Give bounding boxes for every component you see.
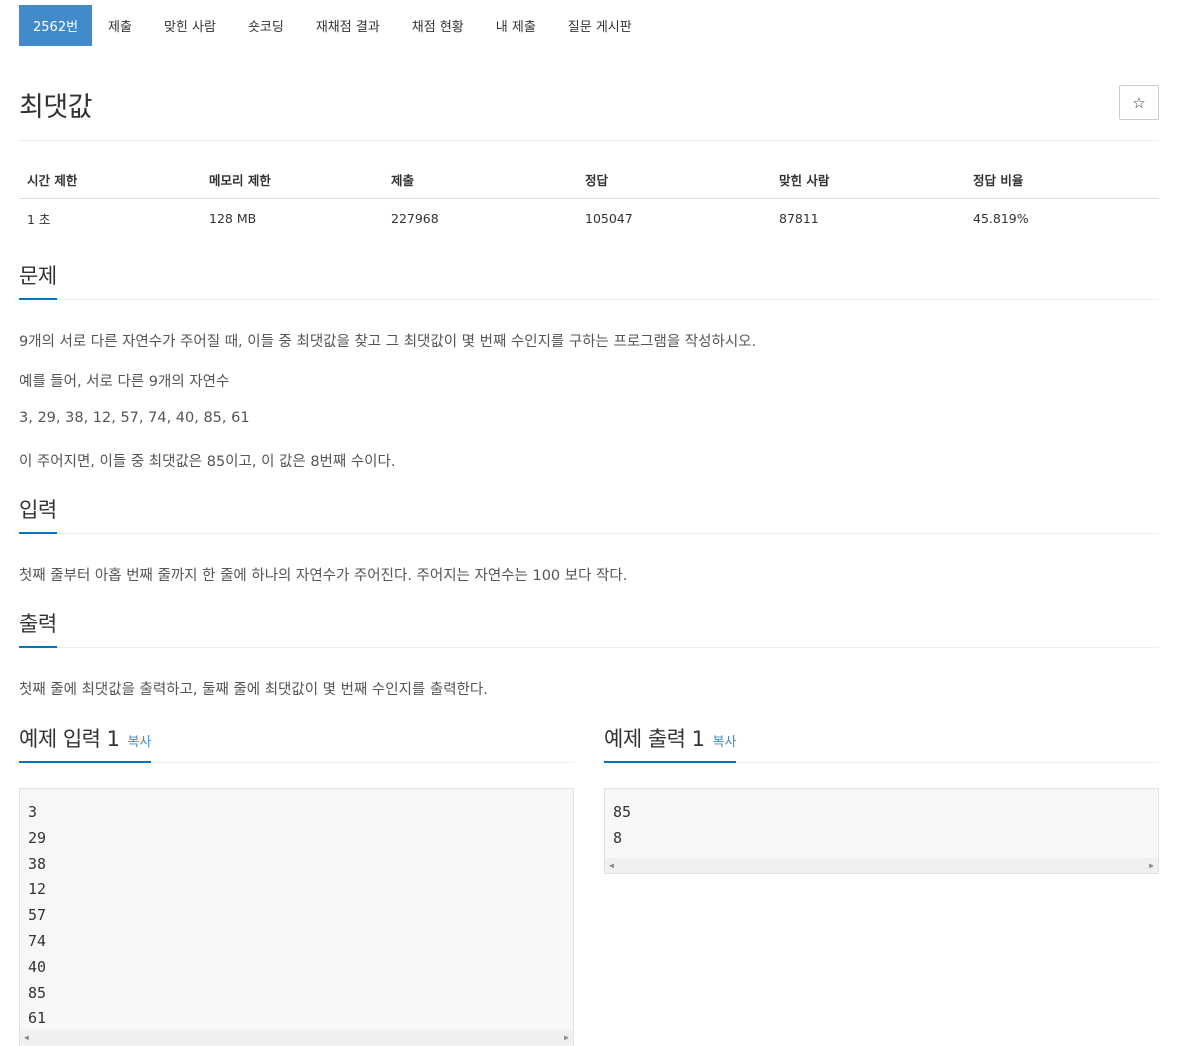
- header-solved-users: 맞힌 사람: [771, 160, 965, 199]
- sample-input-line: 40: [28, 957, 47, 976]
- section-problem-title: 문제: [19, 262, 57, 300]
- tab-rejudge-results[interactable]: 재채점 결과: [300, 5, 396, 46]
- section-output-header: 출력: [19, 610, 1159, 648]
- star-icon: ☆: [1132, 93, 1146, 112]
- scroll-left-icon[interactable]: ◀: [609, 861, 614, 870]
- sample-output-title: 예제 출력 1 복사: [604, 725, 737, 763]
- section-problem-header: 문제: [19, 262, 1159, 300]
- input-description: 첫째 줄부터 아홉 번째 줄까지 한 줄에 하나의 자연수가 주어진다. 주어지…: [19, 568, 628, 584]
- scroll-right-icon[interactable]: ▶: [564, 1033, 569, 1042]
- tab-status[interactable]: 채점 현황: [396, 5, 480, 46]
- table-header-row: 시간 제한 메모리 제한 제출 정답 맞힌 사람 정답 비율: [19, 160, 1159, 199]
- problem-info-table: 시간 제한 메모리 제한 제출 정답 맞힌 사람 정답 비율 1 초 128 M…: [19, 160, 1159, 238]
- sample-output-header: 예제 출력 1 복사: [604, 725, 1159, 763]
- title-row: 최댓값 ☆: [19, 85, 1159, 141]
- value-time-limit: 1 초: [27, 212, 51, 227]
- copy-sample-input-button[interactable]: 복사: [128, 735, 152, 750]
- header-memory-limit: 메모리 제한: [201, 160, 383, 199]
- sample-input-title: 예제 입력 1 복사: [19, 725, 152, 763]
- tab-question-board[interactable]: 질문 게시판: [552, 5, 648, 46]
- favorite-button[interactable]: ☆: [1119, 85, 1159, 120]
- section-input-title: 입력: [19, 496, 57, 534]
- horizontal-scrollbar[interactable]: ◀ ▶: [605, 858, 1158, 873]
- sample-input-line: 85: [28, 983, 47, 1002]
- sample-input-line: 61: [28, 1009, 47, 1028]
- sample-input-header: 예제 입력 1 복사: [19, 725, 574, 763]
- problem-description-line: 예를 들어, 서로 다른 9개의 자연수: [19, 374, 230, 390]
- tab-my-submissions[interactable]: 내 제출: [480, 5, 552, 46]
- value-accept-ratio: 45.819%: [973, 211, 1029, 226]
- section-output-title: 출력: [19, 610, 57, 648]
- sample-output-line: 85: [613, 803, 632, 821]
- problem-description-line: 3, 29, 38, 12, 57, 74, 40, 85, 61: [19, 410, 250, 426]
- value-solved-users: 87811: [779, 211, 819, 226]
- sample-output-line: 8: [613, 828, 623, 847]
- problem-description-line: 9개의 서로 다른 자연수가 주어질 때, 이들 중 최댓값을 찾고 그 최댓값…: [19, 334, 757, 350]
- copy-sample-output-button[interactable]: 복사: [713, 735, 737, 750]
- sample-input-line: 38: [28, 854, 47, 873]
- page-title: 최댓값: [19, 92, 93, 123]
- sample-input-line: 3: [28, 803, 38, 821]
- sample-input-lines: 3 29 38 12 57 74 40 85 61: [20, 789, 573, 1032]
- sample-output-box[interactable]: 85 8 ◀ ▶: [604, 788, 1159, 874]
- tab-problem[interactable]: 2562번: [19, 5, 93, 46]
- sample-output-lines: 85 8: [605, 789, 1158, 852]
- horizontal-scrollbar[interactable]: ◀ ▶: [20, 1030, 573, 1045]
- header-accepted: 정답: [577, 160, 771, 199]
- sample-input-line: 57: [28, 906, 47, 925]
- sample-input-line: 29: [28, 828, 47, 847]
- scroll-left-icon[interactable]: ◀: [24, 1033, 29, 1042]
- problem-nav: 2562번 제출 맞힌 사람 숏코딩 재채점 결과 채점 현황 내 제출 질문 …: [19, 5, 648, 46]
- sample-output-label: 예제 출력 1: [604, 727, 705, 751]
- header-accept-ratio: 정답 비율: [965, 160, 1159, 199]
- value-submissions: 227968: [391, 211, 439, 226]
- output-description: 첫째 줄에 최댓값을 출력하고, 둘째 줄에 최댓값이 몇 번째 수인지를 출력…: [19, 682, 488, 698]
- sample-input-line: 74: [28, 931, 47, 950]
- section-input-header: 입력: [19, 496, 1159, 534]
- header-time-limit: 시간 제한: [19, 160, 201, 199]
- value-accepted: 105047: [585, 211, 633, 226]
- tab-solved-users[interactable]: 맞힌 사람: [148, 5, 232, 46]
- value-memory-limit: 128 MB: [209, 211, 257, 226]
- tab-submit[interactable]: 제출: [92, 5, 148, 46]
- header-submissions: 제출: [383, 160, 577, 199]
- scroll-right-icon[interactable]: ▶: [1149, 861, 1154, 870]
- tab-short-coding[interactable]: 숏코딩: [232, 5, 300, 46]
- problem-description-line: 이 주어지면, 이들 중 최댓값은 85이고, 이 값은 8번째 수이다.: [19, 454, 396, 470]
- sample-input-box[interactable]: 3 29 38 12 57 74 40 85 61 ◀ ▶: [19, 788, 574, 1046]
- table-row: 1 초 128 MB 227968 105047 87811 45.819%: [19, 199, 1159, 239]
- sample-input-line: 12: [28, 880, 47, 899]
- sample-input-label: 예제 입력 1: [19, 727, 120, 751]
